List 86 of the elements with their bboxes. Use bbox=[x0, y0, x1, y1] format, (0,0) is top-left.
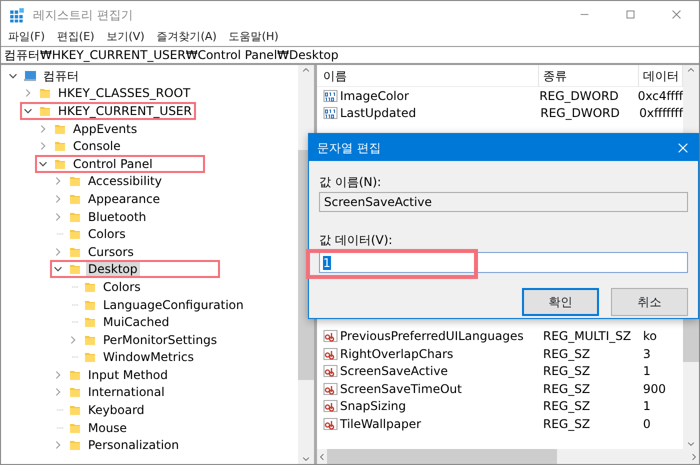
folder-icon bbox=[83, 350, 97, 364]
tree-item[interactable]: HKEY_CLASSES_ROOT bbox=[56, 86, 192, 100]
column-header[interactable]: 이름 bbox=[317, 65, 539, 86]
menu-item[interactable]: 편집(E) bbox=[52, 28, 100, 46]
value-type: REG_SZ bbox=[542, 363, 592, 380]
folder-icon bbox=[68, 262, 82, 276]
string-value-icon bbox=[323, 328, 338, 343]
tree-item[interactable]: Bluetooth bbox=[86, 210, 148, 224]
cancel-button[interactable]: 취소 bbox=[611, 288, 688, 316]
dialog-title: 문자열 편집 bbox=[317, 140, 381, 156]
value-data: 3 bbox=[642, 346, 652, 363]
tree-item[interactable]: WindowMetrics bbox=[101, 350, 196, 364]
scrollbar-thumb[interactable] bbox=[327, 449, 557, 464]
app-icon bbox=[9, 6, 25, 22]
maximize-icon bbox=[624, 9, 636, 20]
tree-item[interactable]: Desktop bbox=[86, 262, 140, 276]
tree-item[interactable]: LanguageConfiguration bbox=[101, 298, 246, 312]
menu-item[interactable]: 도움말(H) bbox=[224, 28, 284, 46]
tree-item[interactable]: HKEY_CURRENT_USER bbox=[56, 104, 194, 118]
folder-icon bbox=[53, 139, 67, 154]
binary-value-icon bbox=[323, 88, 338, 103]
tree-item[interactable]: Cursors bbox=[86, 244, 136, 259]
value-name-field[interactable]: ScreenSaveActive bbox=[319, 192, 688, 212]
column-header[interactable]: 종류 bbox=[539, 65, 639, 86]
tree-item[interactable]: 컴퓨터 bbox=[41, 68, 81, 83]
value-data-field[interactable]: 1 bbox=[319, 252, 688, 273]
string-value-icon bbox=[323, 416, 338, 431]
close-icon bbox=[677, 142, 689, 154]
binary-value-icon bbox=[323, 106, 338, 120]
folder-icon bbox=[68, 403, 82, 418]
tree-item[interactable]: Accessibility bbox=[86, 174, 164, 188]
value-name[interactable]: ScreenSaveActive bbox=[340, 362, 448, 380]
field-label: 값 이름(N): bbox=[319, 174, 382, 190]
menu-item[interactable]: 즐겨찾기(A) bbox=[152, 28, 222, 46]
string-value-icon bbox=[323, 399, 338, 414]
menu-item[interactable]: 보기(V) bbox=[101, 28, 150, 46]
tree-item[interactable]: Mouse bbox=[86, 420, 129, 435]
tree-item[interactable]: International bbox=[86, 385, 167, 400]
value-name[interactable]: ScreenSaveTimeOut bbox=[340, 380, 462, 398]
folder-icon bbox=[68, 227, 82, 242]
window-title: 레지스트리 편집기 bbox=[33, 6, 133, 24]
tree-item[interactable]: Input Method bbox=[86, 368, 170, 382]
tree-item[interactable]: Keyboard bbox=[86, 403, 146, 418]
field-label: 값 데이터(V): bbox=[319, 232, 394, 248]
value-type: REG_DWORD bbox=[539, 105, 621, 122]
string-value-icon bbox=[323, 382, 338, 396]
tree-item[interactable]: PerMonitorSettings bbox=[101, 332, 219, 347]
folder-icon bbox=[68, 385, 82, 400]
value-data: 1 bbox=[642, 398, 652, 416]
folder-icon bbox=[68, 438, 82, 452]
value-name[interactable]: SnapSizing bbox=[340, 397, 406, 416]
tree-item[interactable]: Console bbox=[71, 139, 123, 154]
value-name[interactable]: ImageColor bbox=[340, 86, 409, 105]
value-data: ko bbox=[642, 328, 658, 345]
value-type: REG_SZ bbox=[542, 398, 592, 416]
value-type: REG_MULTI_SZ bbox=[542, 328, 632, 345]
tree-item[interactable]: Appearance bbox=[86, 192, 162, 206]
address-bar[interactable]: 컴퓨터₩HKEY_CURRENT_USER₩Control Panel₩Desktop bbox=[1, 46, 699, 65]
folder-icon bbox=[83, 315, 97, 330]
menu-item[interactable]: 파일(F) bbox=[3, 28, 50, 46]
folder-icon bbox=[38, 86, 52, 100]
value-name[interactable]: TileWallpaper bbox=[340, 414, 422, 433]
value-data: 0xfffffff bbox=[638, 105, 683, 122]
value-data: 1 bbox=[642, 363, 652, 380]
value-type: REG_SZ bbox=[542, 416, 592, 433]
string-value-icon bbox=[323, 364, 338, 378]
tree-item[interactable]: AppEvents bbox=[71, 122, 140, 136]
ok-button[interactable]: 확인 bbox=[522, 288, 599, 316]
value-name[interactable]: PreviousPreferredUILanguages bbox=[340, 326, 524, 345]
value-data: 900 bbox=[642, 380, 667, 398]
folder-icon bbox=[68, 174, 82, 188]
value-name[interactable]: LastUpdated bbox=[340, 104, 416, 122]
close-icon bbox=[670, 9, 682, 20]
tree-item[interactable]: Personalization bbox=[86, 438, 181, 452]
string-value-icon bbox=[323, 346, 338, 361]
computer-icon bbox=[23, 68, 37, 83]
value-type: REG_SZ bbox=[542, 346, 592, 363]
value-name[interactable]: RightOverlapChars bbox=[340, 344, 454, 363]
tree-item[interactable]: Colors bbox=[101, 280, 143, 294]
tree-item[interactable]: Colors bbox=[86, 227, 128, 242]
tree-item[interactable]: MuiCached bbox=[101, 315, 172, 330]
tree-item[interactable]: Control Panel bbox=[71, 156, 155, 171]
value-type: REG_SZ bbox=[542, 380, 592, 398]
value-type: REG_DWORD bbox=[538, 88, 620, 105]
value-data: 0 bbox=[642, 416, 652, 433]
value-data: 0xc4ffff bbox=[636, 88, 683, 105]
